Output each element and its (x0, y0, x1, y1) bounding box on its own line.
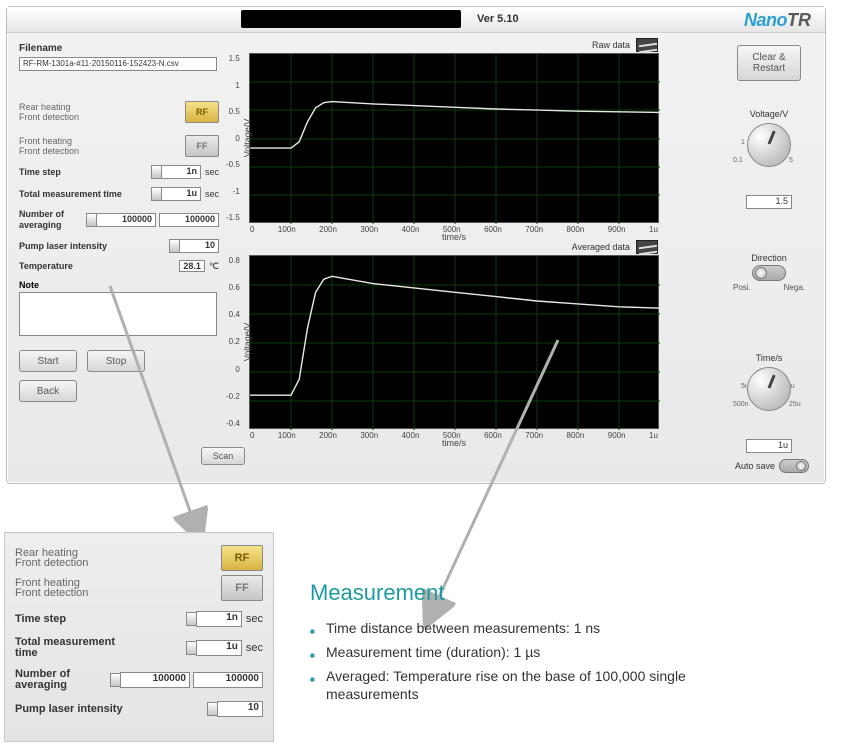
raw-chart-svg (250, 54, 660, 224)
filename-field[interactable]: RF-RM-1301a-#11-20150116-152423-N.csv (19, 57, 217, 71)
total-time-stepper[interactable] (151, 187, 161, 201)
zoom-pump-field[interactable]: 10 (217, 701, 263, 717)
total-time-unit: sec (205, 189, 219, 199)
zoom-averaging-field-b[interactable]: 100000 (193, 672, 263, 688)
raw-ylabel: Voltage/V (242, 119, 252, 158)
averaging-label: Number of averaging (19, 209, 86, 231)
brand-tr: TR (787, 10, 811, 30)
pump-intensity-stepper[interactable] (169, 239, 179, 253)
voltage-knob-block: Voltage/V 0.11245 1.5 (727, 109, 811, 209)
filename-label: Filename (19, 43, 219, 54)
pump-intensity-field[interactable]: 10 (179, 239, 219, 253)
timestep-field[interactable]: 1n (161, 165, 201, 179)
annotation-block: Measurement Time distance between measur… (310, 580, 740, 706)
mode-rf-button[interactable]: RF (185, 101, 219, 123)
time-knob-block: Time/s 500n5u15u20u25u 1u (727, 353, 811, 453)
zoom-pump-stepper[interactable] (207, 702, 217, 716)
timestep-stepper[interactable] (151, 165, 161, 179)
total-time-label: Total measurement time (19, 189, 122, 200)
zoom-mode-rf-button[interactable]: RF (221, 545, 263, 571)
temperature-label: Temperature (19, 261, 73, 272)
zoom-averaging-label: Number of averaging (15, 669, 110, 691)
voltage-dial[interactable] (747, 123, 791, 167)
autosave-label: Auto save (735, 461, 775, 471)
annotation-bullet: Time distance between measurements: 1 ns (310, 616, 740, 640)
time-dial[interactable] (747, 367, 791, 411)
annotation-heading: Measurement (310, 580, 740, 606)
direction-label: Direction (727, 253, 811, 263)
averaging-stepper-a[interactable] (86, 213, 96, 227)
mode-rf-label: Rear heatingFront detection (19, 102, 79, 122)
right-panel: Clear & Restart Voltage/V 0.11245 1.5 (727, 45, 811, 209)
voltage-value-field[interactable]: 1.5 (746, 195, 792, 209)
averaging-field-a[interactable]: 100000 (96, 213, 156, 227)
time-knob-panel: Time/s 500n5u15u20u25u 1u (727, 325, 811, 453)
annotation-bullet: Averaged: Temperature rise on the base o… (310, 664, 740, 706)
raw-chart-title: Raw data (592, 40, 630, 50)
waveform-icon[interactable] (636, 38, 658, 52)
zoom-mode-rf-label: Rear heatingFront detection (15, 548, 88, 568)
avg-chart-title: Averaged data (572, 242, 630, 252)
start-button[interactable]: Start (19, 350, 77, 372)
timestep-label: Time step (19, 167, 61, 178)
autosave-toggle[interactable] (779, 459, 809, 473)
zoom-total-stepper[interactable] (186, 641, 196, 655)
zoom-timestep-field[interactable]: 1n (196, 611, 242, 627)
zoom-mode-ff-button[interactable]: FF (221, 575, 263, 601)
averaging-field-b[interactable]: 100000 (159, 213, 219, 227)
zoom-inset: Rear heatingFront detection RF Front hea… (4, 532, 274, 742)
avg-ylabel: Voltage/V (242, 323, 252, 362)
zoom-total-field[interactable]: 1u (196, 640, 242, 656)
total-time-field[interactable]: 1u (161, 187, 201, 201)
raw-data-chart: Raw data Voltage/V time/s 1.510.50-0.5-1… (249, 53, 659, 223)
brand-nano: Nano (744, 10, 787, 30)
zoom-timestep-stepper[interactable] (186, 612, 196, 626)
zoom-total-label: Total measurement time (15, 637, 125, 659)
avg-yticks: 0.80.60.40.20-0.2-0.4 (226, 256, 240, 428)
zoom-averaging-stepper[interactable] (110, 673, 120, 687)
title-redacted (241, 10, 461, 28)
zoom-averaging-field-a[interactable]: 100000 (120, 672, 190, 688)
zoom-mode-ff-label: Front heatingFront detection (15, 578, 88, 598)
pump-intensity-label: Pump laser intensity (19, 241, 107, 252)
title-bar: Ver 5.10 NanoTR (7, 7, 825, 33)
direction-posi: Posi. (733, 283, 751, 292)
direction-block: Direction Posi. Nega. (727, 253, 811, 309)
version-label: Ver 5.10 (477, 13, 519, 25)
autosave-row: Auto save (735, 459, 809, 473)
timestep-unit: sec (205, 167, 219, 177)
temperature-field: 28.1 (179, 260, 205, 272)
waveform-icon[interactable] (636, 240, 658, 254)
zoom-timestep-label: Time step (15, 614, 66, 625)
brand-logo: NanoTR (744, 10, 811, 31)
callout-arrow-left (86, 278, 226, 548)
time-value-field[interactable]: 1u (746, 439, 792, 453)
voltage-knob-label: Voltage/V (727, 109, 811, 119)
annotation-bullet: Measurement time (duration): 1 µs (310, 640, 740, 664)
back-button[interactable]: Back (19, 380, 77, 402)
time-knob-label: Time/s (727, 353, 811, 363)
mode-ff-button[interactable]: FF (185, 135, 219, 157)
raw-yticks: 1.510.50-0.5-1-1.5 (226, 54, 240, 222)
direction-nega: Nega. (784, 283, 805, 292)
zoom-pump-label: Pump laser intensity (15, 704, 123, 715)
mode-ff-label: Front heatingFront detection (19, 136, 79, 156)
raw-xticks: 0100n200n300n400n500n600n700n800n900n1u (250, 225, 658, 234)
direction-toggle[interactable] (752, 265, 786, 281)
clear-restart-button[interactable]: Clear & Restart (737, 45, 801, 81)
temperature-unit: ℃ (209, 261, 219, 271)
